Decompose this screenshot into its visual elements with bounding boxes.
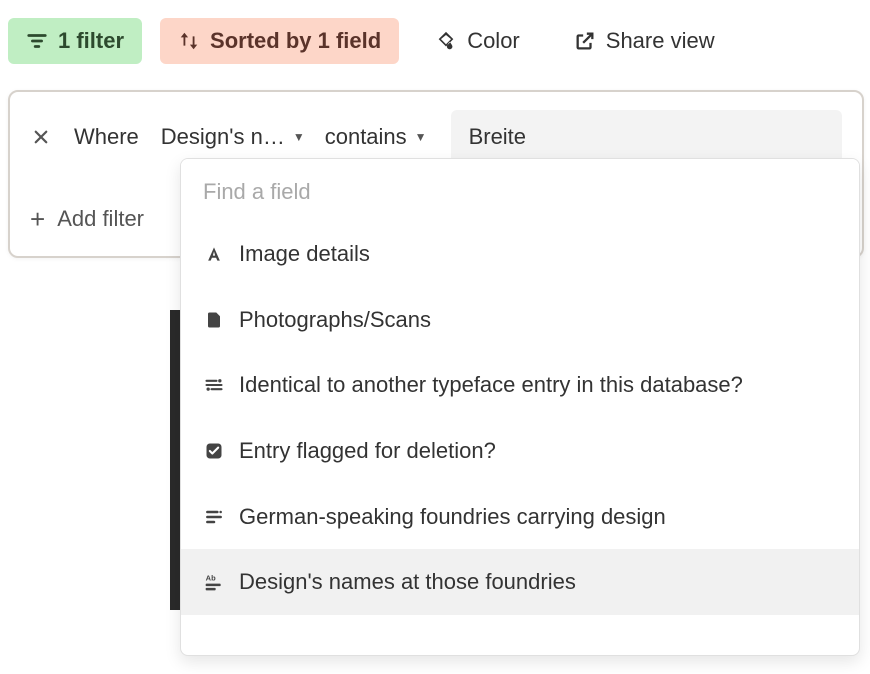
list-icon xyxy=(203,506,225,528)
remove-condition-button[interactable] xyxy=(30,126,52,148)
field-picker-dropdown: Image details Photographs/Scans Identica… xyxy=(180,158,860,656)
field-dropdown-value: Design's n… xyxy=(161,124,285,150)
filter-icon xyxy=(26,30,48,52)
field-option-list[interactable]: Image details Photographs/Scans Identica… xyxy=(181,221,859,655)
view-toolbar: 1 filter Sorted by 1 field Color Share v… xyxy=(0,0,870,72)
filter-panel: Where Design's n… ▼ contains ▼ + Add fil… xyxy=(8,90,864,258)
chevron-down-icon: ▼ xyxy=(293,130,305,144)
sort-pill-label: Sorted by 1 field xyxy=(210,28,381,54)
share-icon xyxy=(574,30,596,52)
field-option[interactable]: Photographs/Scans xyxy=(181,287,859,353)
filter-pill[interactable]: 1 filter xyxy=(8,18,142,64)
field-option-label: Identical to another typeface entry in t… xyxy=(239,370,837,400)
color-button-label: Color xyxy=(467,28,520,54)
field-option[interactable]: Identical to another typeface entry in t… xyxy=(181,352,859,418)
operator-dropdown-value: contains xyxy=(325,124,407,150)
paint-bucket-icon xyxy=(435,30,457,52)
color-button[interactable]: Color xyxy=(417,18,538,64)
field-dropdown-trigger[interactable]: Design's n… ▼ xyxy=(157,120,309,154)
share-view-button[interactable]: Share view xyxy=(556,18,733,64)
field-option-label: Design's names at those foundries xyxy=(239,567,837,597)
sort-icon xyxy=(178,30,200,52)
field-option-label: Image details xyxy=(239,239,837,269)
field-option-label: German-speaking foundries carrying desig… xyxy=(239,502,837,532)
chevron-down-icon: ▼ xyxy=(415,130,427,144)
plus-icon: + xyxy=(30,206,45,232)
share-button-label: Share view xyxy=(606,28,715,54)
add-filter-label: Add filter xyxy=(57,206,144,232)
svg-text:Ab: Ab xyxy=(206,574,216,583)
field-option[interactable]: Entry flagged for deletion? xyxy=(181,418,859,484)
filter-value-input[interactable] xyxy=(451,110,842,164)
lookup-icon: Ab xyxy=(203,571,225,593)
filter-pill-label: 1 filter xyxy=(58,28,124,54)
link-icon xyxy=(203,374,225,396)
field-option[interactable]: German-speaking foundries carrying desig… xyxy=(181,484,859,550)
sort-pill[interactable]: Sorted by 1 field xyxy=(160,18,399,64)
field-option-label: Photographs/Scans xyxy=(239,305,837,335)
field-option[interactable]: Ab Design's names at those foundries xyxy=(181,549,859,615)
field-option-label: Entry flagged for deletion? xyxy=(239,436,837,466)
field-option[interactable]: Image details xyxy=(181,221,859,287)
attachment-icon xyxy=(203,309,225,331)
checkbox-icon xyxy=(203,440,225,462)
text-icon xyxy=(203,243,225,265)
where-label: Where xyxy=(74,124,139,150)
operator-dropdown-trigger[interactable]: contains ▼ xyxy=(321,120,431,154)
field-search-input[interactable] xyxy=(181,159,859,221)
